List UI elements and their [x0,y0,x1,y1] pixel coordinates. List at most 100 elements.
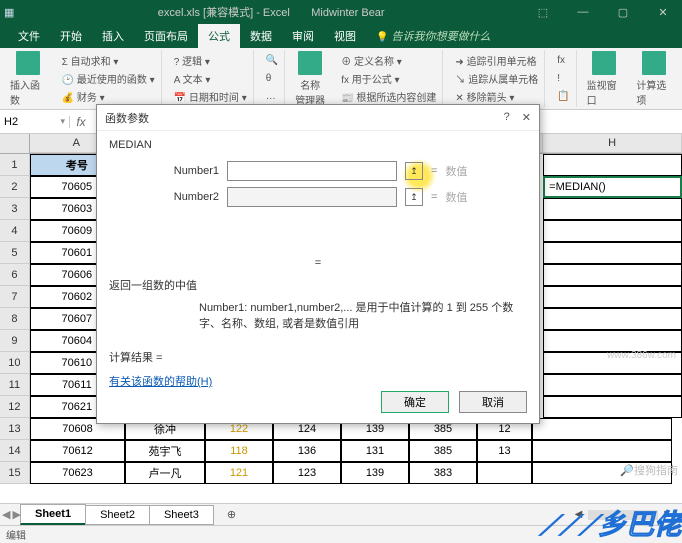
row-header-5[interactable]: 5 [0,242,30,264]
row-header-6[interactable]: 6 [0,264,30,286]
cell-F14[interactable]: 385 [409,440,477,462]
watch-icon [592,51,616,75]
logic-fn-button[interactable]: ? 逻辑 ▾ [174,53,247,68]
arg2-input[interactable] [227,187,397,207]
row-header-10[interactable]: 10 [0,352,30,374]
cell-H9[interactable] [543,330,682,352]
tab-layout[interactable]: 页面布局 [134,24,198,48]
finance-fn-button[interactable]: 💰 财务 ▾ [62,89,155,104]
from-selection-button[interactable]: 📰 根据所选内容创建 [341,89,436,104]
row-header-4[interactable]: 4 [0,220,30,242]
arg2-range-picker[interactable]: ↥ [405,188,423,206]
sheet-scroll-right-icon[interactable]: ▶ [12,508,20,521]
cell-E15[interactable]: 139 [341,462,409,484]
sheet-tab-2[interactable]: Sheet2 [85,505,150,525]
tab-insert[interactable]: 插入 [92,24,134,48]
minimize-button[interactable]: — [568,6,598,19]
cell-F15[interactable]: 383 [409,462,477,484]
dialog-help-button[interactable]: ? [504,111,510,124]
trace-dependents-button[interactable]: ↘ 追踪从属单元格 [455,71,538,86]
datetime-fn-button[interactable]: 📅 日期和时间 ▾ [174,89,247,104]
cell-H6[interactable] [543,264,682,286]
autosum-button[interactable]: Σ 自动求和 ▾ [62,53,155,68]
dialog-close-button[interactable]: ✕ [522,111,531,124]
cell-H12[interactable] [543,396,682,418]
text-fn-button[interactable]: A 文本 ▾ [174,71,247,86]
evaluate-fml-button[interactable]: 📋 [557,91,569,102]
tab-file[interactable]: 文件 [8,24,50,48]
cell-B14[interactable]: 苑宇飞 [125,440,205,462]
col-header-H[interactable]: H [543,134,682,153]
remove-arrows-button[interactable]: ✕ 移除箭头 ▾ [455,89,538,104]
row-header-2[interactable]: 2 [0,176,30,198]
use-formula-button[interactable]: fx 用于公式 ▾ [341,71,436,86]
cell-H11[interactable] [543,374,682,396]
sheet-tab-3[interactable]: Sheet3 [149,505,214,525]
cell-G15[interactable] [477,462,532,484]
math-fn-button[interactable]: θ [266,73,278,84]
cell-H7[interactable] [543,286,682,308]
more-fn-button[interactable]: … [266,91,278,102]
ok-button[interactable]: 确定 [381,391,449,413]
cell-H3[interactable] [543,198,682,220]
row-header-8[interactable]: 8 [0,308,30,330]
sheet-tab-1[interactable]: Sheet1 [20,504,86,525]
row-header-11[interactable]: 11 [0,374,30,396]
row-header-3[interactable]: 3 [0,198,30,220]
insert-function-button[interactable]: 插入函数 [6,50,50,107]
select-all-corner[interactable] [0,134,30,153]
close-button[interactable]: ✕ [648,6,678,19]
cell-B15[interactable]: 卢一凡 [125,462,205,484]
sheet-scroll-left-icon[interactable]: ◀ [2,508,10,521]
tab-view[interactable]: 视图 [324,24,366,48]
error-check-button[interactable]: ! [557,73,569,84]
arg1-range-picker[interactable]: ↥ [405,162,423,180]
cell-H2[interactable]: =MEDIAN() [543,176,682,198]
cell-G14[interactable]: 13 [477,440,532,462]
cell-A14[interactable]: 70612 [30,440,125,462]
cancel-button[interactable]: 取消 [459,391,527,413]
arg1-input[interactable] [227,161,397,181]
row-header-7[interactable]: 7 [0,286,30,308]
cell-D15[interactable]: 123 [273,462,341,484]
cell-A15[interactable]: 70623 [30,462,125,484]
user-name: Midwinter Bear [311,7,384,19]
row-header-14[interactable]: 14 [0,440,30,462]
row-header-12[interactable]: 12 [0,396,30,418]
watch-window-button[interactable]: 监视窗口 [583,50,627,107]
cell-C15[interactable]: 121 [205,462,273,484]
row-header-15[interactable]: 15 [0,462,30,484]
name-box[interactable]: H2 [0,116,70,128]
cell-H14[interactable] [532,440,672,462]
recent-fn-button[interactable]: 🕑 最近使用的函数 ▾ [62,71,155,86]
tab-review[interactable]: 审阅 [282,24,324,48]
tab-formula[interactable]: 公式 [198,24,240,48]
cell-C14[interactable]: 118 [205,440,273,462]
ribbon-opts-icon[interactable]: ⬚ [528,6,558,19]
cell-H5[interactable] [543,242,682,264]
cell-D14[interactable]: 136 [273,440,341,462]
tab-data[interactable]: 数据 [240,24,282,48]
lookup-fn-button[interactable]: 🔍 [266,55,278,66]
tell-me[interactable]: 告诉我你想要做什么 [366,24,500,48]
cell-H8[interactable] [543,308,682,330]
row-header-9[interactable]: 9 [0,330,30,352]
define-name-button[interactable]: ⊕ 定义名称 ▾ [341,53,436,68]
show-formulas-button[interactable]: fx [557,55,569,66]
cell-H1[interactable] [543,154,682,176]
dialog-help-link[interactable]: 有关该函数的帮助(H) [109,373,212,389]
arg1-hint: 数值 [445,163,467,179]
name-manager-button[interactable]: 名称 管理器 [291,50,329,107]
trace-precedents-button[interactable]: ➜ 追踪引用单元格 [455,53,538,68]
fx-button[interactable]: fx [70,115,92,129]
cell-H13[interactable] [532,418,672,440]
cell-H4[interactable] [543,220,682,242]
add-sheet-button[interactable]: ⊕ [213,505,250,524]
row-header-13[interactable]: 13 [0,418,30,440]
tab-home[interactable]: 开始 [50,24,92,48]
cell-E14[interactable]: 131 [341,440,409,462]
row-header-1[interactable]: 1 [0,154,30,176]
maximize-button[interactable]: ▢ [608,6,638,19]
calc-options-button[interactable]: 计算选项 [632,50,676,107]
row-15: 1570623卢一凡121123139383 [0,462,682,484]
